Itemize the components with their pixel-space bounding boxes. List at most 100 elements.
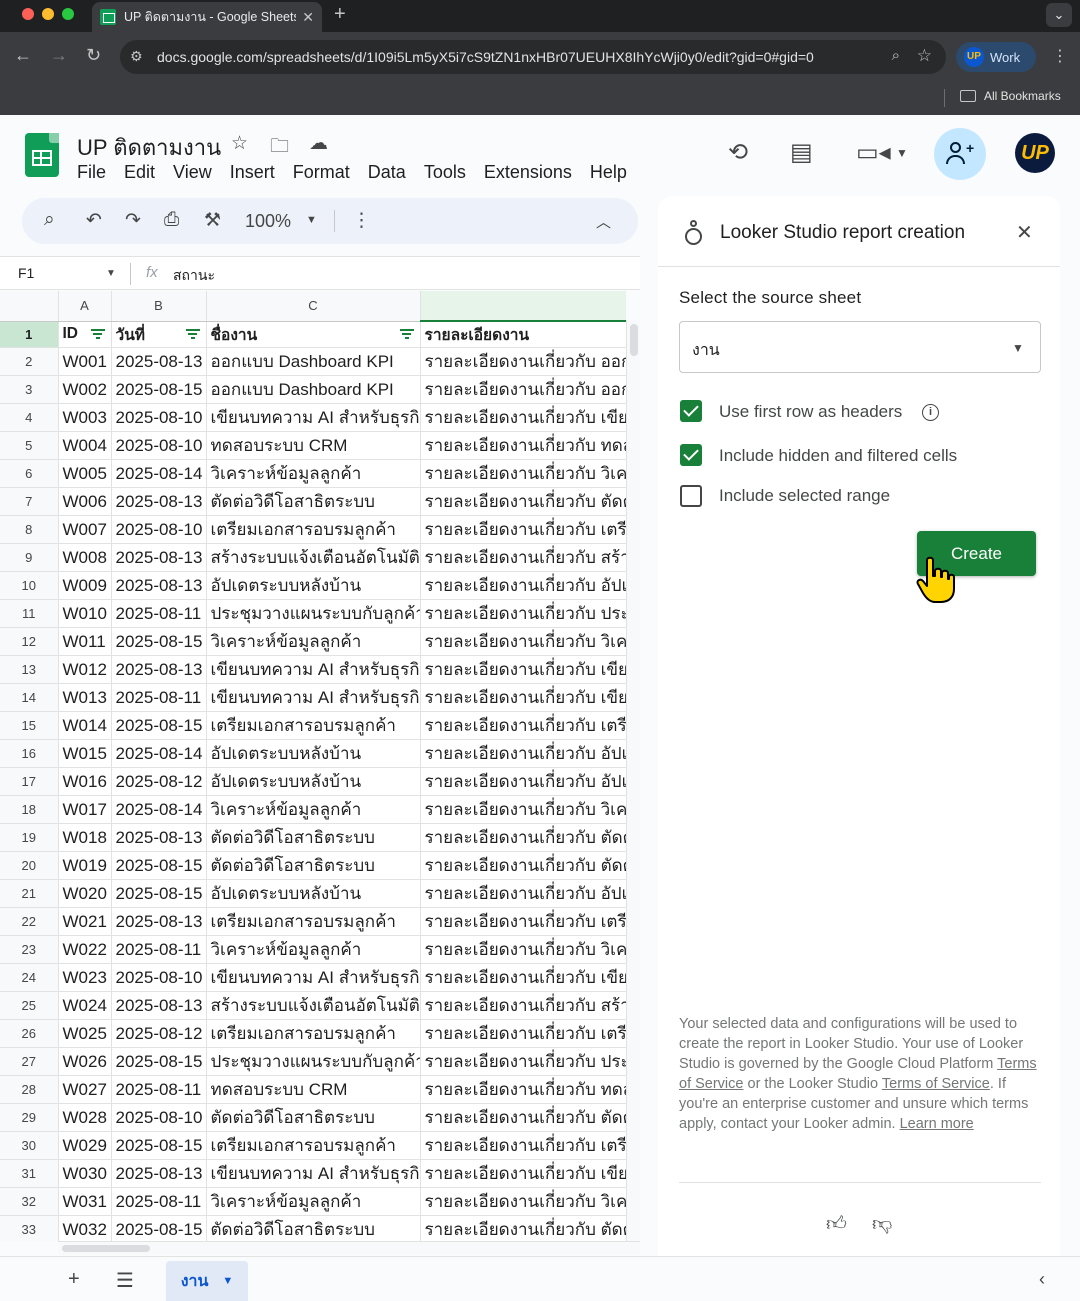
close-tab-icon[interactable]: ✕ — [302, 9, 314, 26]
header-cell-date[interactable]: วันที่ — [111, 321, 207, 348]
row-number[interactable]: 32 — [0, 1187, 59, 1216]
cell-date[interactable]: 2025-08-10 — [111, 1103, 207, 1132]
zoom-value[interactable]: 100% — [245, 211, 291, 232]
use-first-row-label[interactable]: Use first row as headers — [719, 402, 902, 422]
cell-date[interactable]: 2025-08-13 — [111, 907, 207, 936]
row-number[interactable]: 19 — [0, 823, 59, 852]
cell-task-detail[interactable]: รายละเอียดงานเกี่ยวกับ อัปเด — [420, 739, 626, 768]
search-icon[interactable]: ⌕ — [44, 209, 55, 231]
close-window-button[interactable] — [22, 8, 34, 20]
paint-format-icon[interactable]: ⚒ — [204, 209, 221, 232]
cell-task-name[interactable]: ออกแบบ Dashboard KPI — [206, 375, 421, 404]
cell-task-detail[interactable]: รายละเอียดงานเกี่ยวกับ ทดสอ — [420, 1075, 626, 1104]
cell-id[interactable]: W029 — [58, 1131, 112, 1160]
formula-input[interactable]: สถานะ — [173, 265, 215, 287]
star-icon[interactable]: ☆ — [231, 132, 248, 155]
cell-date[interactable]: 2025-08-10 — [111, 403, 207, 432]
cell-task-detail[interactable]: รายละเอียดงานเกี่ยวกับ เขียน — [420, 655, 626, 684]
include-hidden-checkbox[interactable] — [680, 444, 702, 466]
cell-id[interactable]: W022 — [58, 935, 112, 964]
cell-id[interactable]: W003 — [58, 403, 112, 432]
name-box[interactable]: F1 — [18, 265, 34, 281]
cell-date[interactable]: 2025-08-11 — [111, 599, 207, 628]
cell-id[interactable]: W011 — [58, 627, 112, 656]
cell-id[interactable]: W006 — [58, 487, 112, 516]
cell-id[interactable]: W025 — [58, 1019, 112, 1048]
row-number[interactable]: 8 — [0, 515, 59, 544]
back-arrow-icon[interactable]: ← — [14, 45, 32, 66]
row-number[interactable]: 13 — [0, 655, 59, 684]
row-number[interactable]: 23 — [0, 935, 59, 964]
cell-task-detail[interactable]: รายละเอียดงานเกี่ยวกับ เขียน — [420, 403, 626, 432]
row-number[interactable]: 12 — [0, 627, 59, 656]
all-sheets-menu-icon[interactable]: ☰ — [116, 1268, 134, 1293]
cell-task-detail[interactable]: รายละเอียดงานเกี่ยวกับ อัปเด — [420, 767, 626, 796]
cell-id[interactable]: W021 — [58, 907, 112, 936]
share-button[interactable]: + — [934, 128, 986, 180]
thumbs-down-icon[interactable]: 👎︎ — [872, 1212, 892, 1236]
row-number[interactable]: 21 — [0, 879, 59, 908]
include-selected-range-label[interactable]: Include selected range — [719, 486, 890, 506]
cell-id[interactable]: W014 — [58, 711, 112, 740]
cell-task-detail[interactable]: รายละเอียดงานเกี่ยวกับ ประชุ — [420, 1047, 626, 1076]
meet-camera-icon[interactable]: ▭◂ — [856, 138, 891, 167]
learn-more-link[interactable]: Learn more — [900, 1116, 974, 1132]
cell-task-name[interactable]: เขียนบทความ AI สำหรับธุรกิจ — [206, 403, 421, 432]
url-text[interactable]: docs.google.com/spreadsheets/d/1I09i5Lm5… — [157, 49, 814, 65]
cell-task-name[interactable]: ตัดต่อวิดีโอสาธิตระบบ — [206, 823, 421, 852]
cell-task-name[interactable]: ตัดต่อวิดีโอสาธิตระบบ — [206, 1103, 421, 1132]
cell-task-detail[interactable]: รายละเอียดงานเกี่ยวกับ สร้าง — [420, 991, 626, 1020]
browser-tab[interactable]: UP ติดตามงาน - Google Sheets ✕ — [92, 2, 322, 32]
row-number[interactable]: 27 — [0, 1047, 59, 1076]
row-number[interactable]: 24 — [0, 963, 59, 992]
sheets-logo-icon[interactable] — [25, 133, 59, 177]
cell-task-detail[interactable]: รายละเอียดงานเกี่ยวกับ ตัดต่ — [420, 487, 626, 516]
cell-task-name[interactable]: เตรียมเอกสารอบรมลูกค้า — [206, 1019, 421, 1048]
cell-date[interactable]: 2025-08-14 — [111, 459, 207, 488]
zoom-caret-icon[interactable]: ▼ — [306, 214, 317, 226]
column-header-d[interactable]: D — [420, 291, 626, 322]
cell-task-detail[interactable]: รายละเอียดงานเกี่ยวกับ เตรีย — [420, 711, 626, 740]
cell-id[interactable]: W008 — [58, 543, 112, 572]
cell-date[interactable]: 2025-08-15 — [111, 1131, 207, 1160]
cell-task-name[interactable]: อัปเดตระบบหลังบ้าน — [206, 879, 421, 908]
cell-date[interactable]: 2025-08-11 — [111, 935, 207, 964]
collapse-side-panel-chevron-icon[interactable]: ‹ — [1039, 1269, 1045, 1290]
meet-chevron-icon[interactable]: ▼ — [896, 146, 908, 160]
cell-task-detail[interactable]: รายละเอียดงานเกี่ยวกับ วิเครา — [420, 795, 626, 824]
cell-task-name[interactable]: ตัดต่อวิดีโอสาธิตระบบ — [206, 1215, 421, 1241]
cell-id[interactable]: W023 — [58, 963, 112, 992]
menu-insert[interactable]: Insert — [230, 160, 283, 185]
cell-date[interactable]: 2025-08-13 — [111, 1159, 207, 1188]
cell-task-name[interactable]: ทดสอบระบบ CRM — [206, 431, 421, 460]
cell-id[interactable]: W016 — [58, 767, 112, 796]
row-number[interactable]: 11 — [0, 599, 59, 628]
cell-date[interactable]: 2025-08-13 — [111, 543, 207, 572]
cell-id[interactable]: W024 — [58, 991, 112, 1020]
thumbs-up-icon[interactable]: 👍︎ — [826, 1212, 847, 1236]
cell-task-name[interactable]: วิเคราะห์ข้อมูลลูกค้า — [206, 459, 421, 488]
vertical-scrollbar[interactable] — [626, 320, 640, 1241]
cell-task-name[interactable]: วิเคราะห์ข้อมูลลูกค้า — [206, 795, 421, 824]
cell-task-name[interactable]: อัปเดตระบบหลังบ้าน — [206, 767, 421, 796]
profile-chip[interactable]: UP Work — [956, 42, 1036, 72]
cell-id[interactable]: W001 — [58, 347, 112, 376]
cell-date[interactable]: 2025-08-11 — [111, 683, 207, 712]
cell-task-detail[interactable]: รายละเอียดงานเกี่ยวกับ ทดสอ — [420, 431, 626, 460]
row-number[interactable]: 1 — [0, 321, 59, 348]
cell-task-name[interactable]: อัปเดตระบบหลังบ้าน — [206, 739, 421, 768]
close-icon[interactable]: ✕ — [1016, 220, 1033, 245]
cell-date[interactable]: 2025-08-15 — [111, 711, 207, 740]
cell-task-detail[interactable]: รายละเอียดงานเกี่ยวกับ เตรีย — [420, 1131, 626, 1160]
cell-date[interactable]: 2025-08-10 — [111, 515, 207, 544]
include-hidden-label[interactable]: Include hidden and filtered cells — [719, 446, 957, 466]
cell-task-detail[interactable]: รายละเอียดงานเกี่ยวกับ วิเครา — [420, 1187, 626, 1216]
menu-data[interactable]: Data — [368, 160, 414, 185]
column-header-a[interactable]: A — [58, 291, 112, 322]
header-cell-id[interactable]: ID — [58, 321, 112, 348]
add-sheet-icon[interactable]: + — [68, 1268, 80, 1291]
cell-task-name[interactable]: เขียนบทความ AI สำหรับธุรกิจ — [206, 683, 421, 712]
cell-task-name[interactable]: วิเคราะห์ข้อมูลลูกค้า — [206, 935, 421, 964]
cell-task-detail[interactable]: รายละเอียดงานเกี่ยวกับ สร้าง — [420, 543, 626, 572]
cell-date[interactable]: 2025-08-15 — [111, 375, 207, 404]
